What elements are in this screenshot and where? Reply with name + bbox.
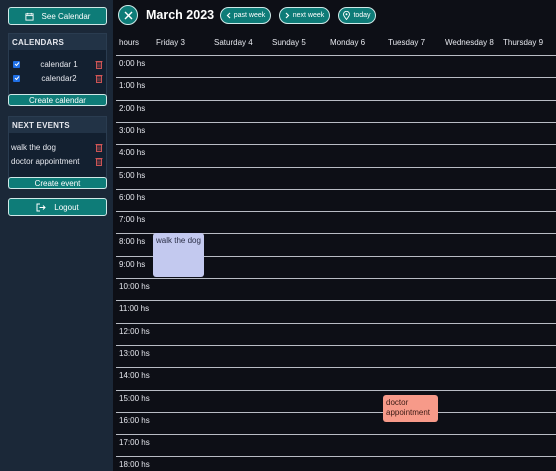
hour-label: 6:00 hs [119, 192, 146, 202]
next-events-panel: NEXT EVENTS walk the dog doctor appointm… [8, 116, 107, 189]
calendars-title: CALENDARS [9, 34, 106, 50]
hour-label: 13:00 hs [119, 348, 150, 358]
hour-row-divider [116, 300, 556, 302]
column-header-day: Sunday 5 [272, 38, 306, 47]
hour-row-divider [116, 278, 556, 279]
hour-row-divider [116, 411, 556, 413]
see-calendar-button[interactable]: See Calendar [8, 7, 107, 25]
chevron-right-icon [285, 12, 290, 19]
column-header-day: Tuesday 7 [388, 38, 426, 47]
hour-row-divider [116, 55, 556, 56]
hour-label: 2:00 hs [119, 103, 146, 113]
event-title: doctor appointment [386, 398, 431, 417]
hour-row-divider [116, 99, 556, 101]
hour-row-divider [116, 389, 556, 391]
event-title: walk the dog [156, 236, 201, 245]
calendar-event[interactable]: walk the dog [153, 233, 204, 277]
column-header-day: Friday 3 [156, 38, 185, 47]
past-week-label: past week [233, 12, 266, 19]
hour-label: 18:00 hs [119, 460, 150, 470]
hour-label: 4:00 hs [119, 148, 146, 158]
column-header-day: Wednesday 8 [445, 38, 494, 47]
column-header-day: Monday 6 [330, 38, 366, 47]
hour-row-divider [116, 344, 556, 346]
hour-label: 12:00 hs [119, 326, 150, 336]
create-event-label: Create event [34, 178, 81, 188]
logout-icon [36, 203, 46, 211]
hour-label: 0:00 hs [119, 59, 146, 68]
hour-row-divider [116, 166, 556, 168]
next-events-title: NEXT EVENTS [9, 117, 106, 133]
hour-row-divider [116, 434, 556, 436]
create-event-button[interactable]: Create event [8, 177, 107, 189]
hour-label: 7:00 hs [119, 215, 146, 225]
hour-row-divider [116, 77, 556, 79]
next-event-item[interactable]: doctor appointment [11, 155, 106, 167]
hour-label: 3:00 hs [119, 125, 146, 135]
hour-label: 15:00 hs [119, 393, 150, 403]
create-calendar-label: Create calendar [29, 95, 86, 105]
today-button[interactable]: today [338, 7, 376, 24]
hour-row-divider [116, 456, 556, 458]
hour-label: 1:00 hs [119, 81, 146, 91]
hour-row-divider [116, 188, 556, 190]
next-week-label: next week [292, 12, 325, 19]
calendar-item[interactable]: calendar 1 [9, 58, 108, 70]
calendar-label: calendar2 [41, 73, 77, 83]
calendar-item[interactable]: calendar2 [9, 72, 108, 84]
today-label: today [353, 12, 371, 19]
trash-icon[interactable] [95, 143, 103, 152]
hour-row-divider [116, 144, 556, 146]
month-title: March 2023 [146, 8, 215, 22]
trash-icon[interactable] [95, 157, 103, 166]
column-header-hours: hours [119, 38, 140, 47]
location-pin-icon [343, 11, 351, 20]
calendar-event[interactable]: doctor appointment [383, 395, 438, 422]
create-calendar-button[interactable]: Create calendar [8, 94, 107, 106]
hour-label: 9:00 hs [119, 259, 146, 269]
logout-label: Logout [54, 202, 79, 212]
hour-label: 5:00 hs [119, 170, 146, 180]
hour-row-divider [116, 367, 556, 369]
hour-label: 17:00 hs [119, 438, 150, 448]
hour-label: 16:00 hs [119, 415, 150, 425]
calendar-checkbox[interactable] [13, 74, 20, 82]
next-event-item[interactable]: walk the dog [11, 141, 106, 153]
hour-row-divider [116, 121, 556, 123]
close-button[interactable] [118, 5, 138, 25]
trash-icon[interactable] [95, 60, 103, 69]
close-icon [124, 11, 132, 19]
hour-label: 8:00 hs [119, 237, 146, 247]
trash-icon[interactable] [95, 74, 103, 83]
calendar-label: calendar 1 [40, 59, 78, 69]
chevron-left-icon [226, 12, 231, 19]
calendars-panel: CALENDARS calendar 1 calendar2 Create ca… [8, 33, 107, 106]
column-header-day: Saturday 4 [214, 38, 253, 47]
past-week-button[interactable]: past week [220, 7, 271, 24]
sidebar: See Calendar CALENDARS calendar 1 calend… [0, 0, 113, 471]
next-event-label: doctor appointment [11, 156, 80, 166]
calendar-checkbox[interactable] [13, 60, 20, 68]
next-week-button[interactable]: next week [279, 7, 330, 24]
hour-label: 10:00 hs [119, 282, 150, 291]
hour-row-divider [116, 211, 556, 213]
logout-button[interactable]: Logout [8, 198, 107, 216]
column-header-day: Thursday 9 [503, 38, 544, 47]
hour-label: 11:00 hs [119, 304, 150, 314]
hour-row-divider [116, 322, 556, 324]
hour-label: 14:00 hs [119, 371, 150, 381]
next-event-label: walk the dog [11, 142, 56, 152]
calendar-icon [24, 12, 34, 21]
see-calendar-label: See Calendar [41, 11, 91, 21]
